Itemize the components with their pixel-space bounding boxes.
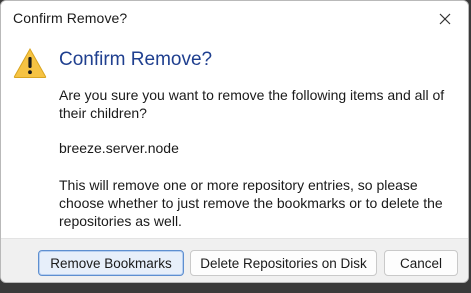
dialog-heading: Confirm Remove? [59, 49, 213, 70]
title-bar: Confirm Remove? [1, 1, 468, 37]
remove-bookmarks-button[interactable]: Remove Bookmarks [38, 250, 184, 276]
dialog-content: Confirm Remove? Are you sure you want to… [1, 37, 468, 238]
explanation-text: This will remove one or more repository … [59, 177, 443, 229]
confirmation-question: Are you sure you want to remove the foll… [59, 87, 445, 121]
confirm-remove-dialog: Confirm Remove? Confirm Remove? Are you … [0, 0, 469, 283]
delete-repositories-button[interactable]: Delete Repositories on Disk [190, 250, 377, 276]
close-icon [439, 13, 451, 25]
window-title: Confirm Remove? [13, 10, 128, 26]
warning-icon [13, 47, 47, 78]
item-name: breeze.server.node [59, 140, 179, 156]
button-bar: Remove Bookmarks Delete Repositories on … [1, 238, 468, 282]
close-button[interactable] [422, 1, 468, 37]
cancel-button[interactable]: Cancel [384, 250, 458, 276]
